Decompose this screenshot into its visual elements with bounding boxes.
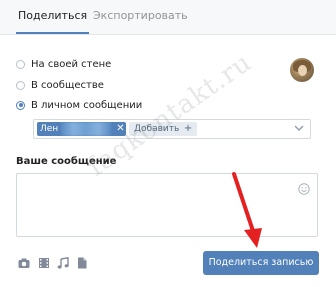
camera-icon[interactable]	[18, 257, 30, 269]
recipient-name-blur	[61, 122, 111, 136]
recipient-chip-label: Лен	[40, 124, 59, 134]
message-input[interactable]	[16, 173, 318, 237]
plus-icon: +	[183, 123, 193, 134]
recipient-chip: Лен ✕	[37, 122, 126, 136]
option-community[interactable]: В сообществе	[16, 77, 104, 93]
video-icon[interactable]	[38, 257, 50, 269]
add-recipient-button[interactable]: Добавить +	[129, 122, 198, 136]
option-own-wall[interactable]: На своей стене	[16, 56, 111, 72]
tab-export[interactable]: Экспортировать	[93, 0, 188, 34]
remove-recipient-icon[interactable]: ✕	[115, 122, 126, 136]
avatar	[290, 58, 314, 82]
radio-private-message[interactable]	[16, 100, 25, 110]
tab-share[interactable]: Поделиться	[16, 0, 90, 34]
option-private-message-label: В личном сообщении	[31, 99, 143, 111]
share-post-button[interactable]: Поделиться записью	[203, 251, 319, 275]
music-icon[interactable]	[57, 257, 69, 269]
radio-own-wall[interactable]	[16, 59, 25, 69]
add-recipient-label: Добавить	[134, 124, 180, 134]
option-own-wall-label: На своей стене	[31, 58, 112, 70]
tab-bar: Поделиться Экспортировать	[0, 0, 336, 35]
document-icon[interactable]	[76, 257, 88, 269]
chevron-down-icon[interactable]	[294, 123, 304, 133]
emoji-icon[interactable]	[298, 183, 310, 195]
radio-community[interactable]	[16, 80, 25, 90]
option-community-label: В сообществе	[31, 79, 104, 91]
option-private-message[interactable]: В личном сообщении	[16, 97, 142, 113]
recipient-field[interactable]: Лен ✕ Добавить +	[33, 119, 311, 139]
message-label: Ваше сообщение	[16, 156, 117, 167]
